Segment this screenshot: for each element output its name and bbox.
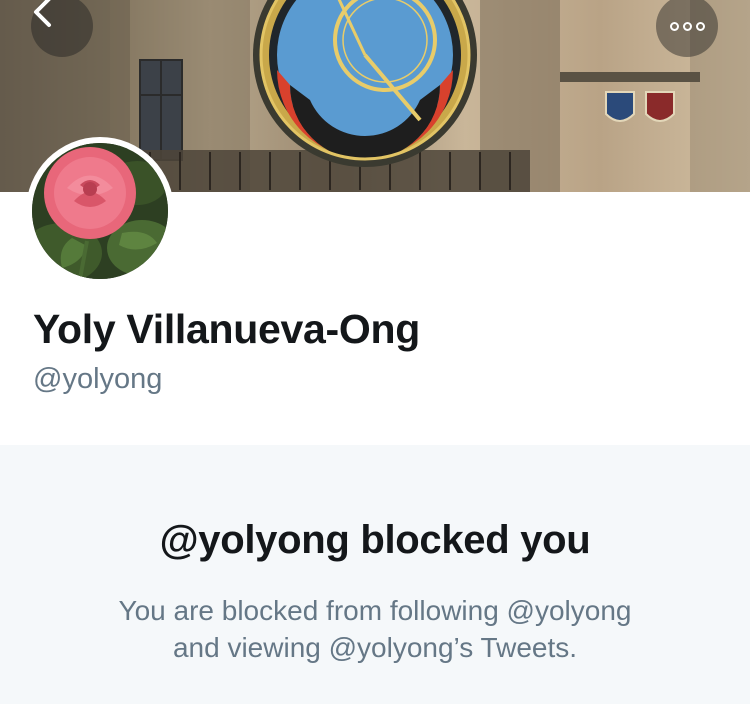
blocked-message-line-1: You are blocked from following @yolyong xyxy=(118,595,632,626)
avatar-frame[interactable] xyxy=(26,137,174,285)
profile-display-name: Yoly Villanueva-Ong xyxy=(33,306,420,352)
blocked-message: You are blocked from following @yolyong … xyxy=(0,592,750,666)
profile-handle: @yolyong xyxy=(33,363,163,395)
blocked-title: @yolyong blocked you xyxy=(159,518,591,562)
more-horizontal-icon xyxy=(669,21,705,31)
chevron-left-icon xyxy=(34,0,51,27)
rose-avatar-image xyxy=(32,143,168,279)
blocked-message-line-2: and viewing @yolyong’s Tweets. xyxy=(172,632,578,663)
avatar[interactable] xyxy=(32,143,168,279)
